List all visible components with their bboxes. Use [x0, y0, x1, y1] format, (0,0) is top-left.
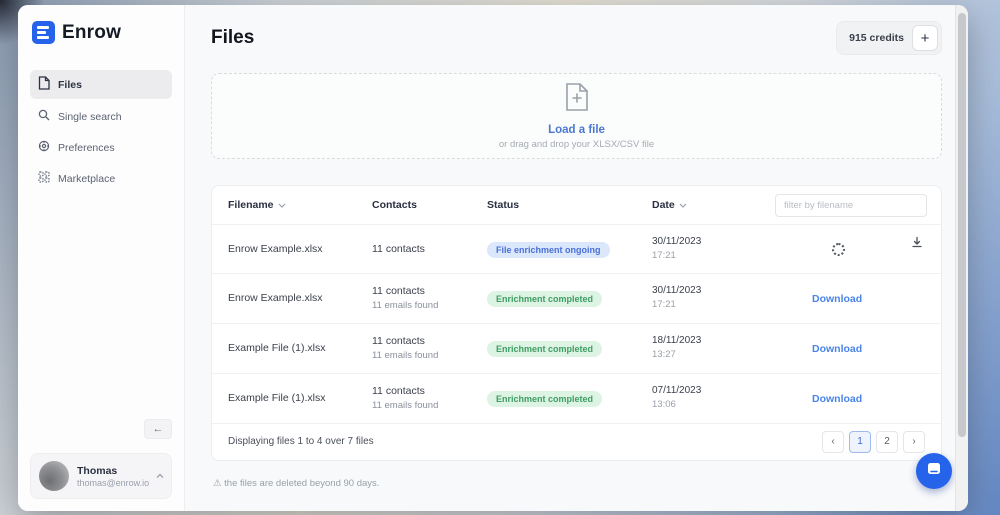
- pagination-summary: Displaying files 1 to 4 over 7 files: [228, 436, 374, 448]
- retention-note: ⚠ the files are deleted beyond 90 days.: [213, 477, 380, 489]
- page-button-1[interactable]: 1: [849, 430, 871, 453]
- download-arrow-icon[interactable]: [911, 235, 923, 253]
- time: 13:06: [652, 399, 676, 411]
- page-button-2[interactable]: 2: [876, 430, 898, 453]
- status-badge: Enrichment completed: [487, 341, 603, 358]
- emails-found: 11 emails found: [372, 400, 439, 412]
- sidebar-item-label: Marketplace: [58, 172, 116, 185]
- time: 13:27: [652, 349, 676, 361]
- file-name: Example File (1).xlsx: [228, 392, 326, 405]
- emails-found: 11 emails found: [372, 300, 439, 312]
- add-credits-button[interactable]: +: [912, 25, 938, 51]
- column-label: Date: [652, 199, 675, 211]
- dropzone-hint: or drag and drop your XLSX/CSV file: [498, 139, 655, 150]
- prev-page-button[interactable]: ‹: [822, 430, 844, 453]
- main-content: Files 915 credits + Load a file or drag …: [185, 5, 968, 511]
- emails-found: 11 emails found: [372, 350, 439, 362]
- file-dropzone[interactable]: Load a file or drag and drop your XLSX/C…: [211, 73, 942, 159]
- status-cell: File enrichment ongoing: [487, 240, 652, 258]
- marketplace-icon: [38, 171, 50, 186]
- table-row: Example File (1).xlsx 11 contacts 11 email…: [212, 322, 941, 373]
- enrow-logo-icon: [32, 21, 55, 44]
- brand: Enrow: [30, 21, 172, 44]
- sidebar-nav: Files Single search Preferences Marketplace: [30, 70, 172, 192]
- status-cell: Enrichment completed: [487, 339, 652, 358]
- pagination: ‹ 1 2 ›: [822, 430, 925, 453]
- action-cell: Download: [812, 339, 925, 357]
- app-window: Enrow Files Single search Preferences Marke…: [18, 5, 968, 511]
- spinner-icon: [832, 242, 845, 256]
- table-footer: Displaying files 1 to 4 over 7 files ‹ 1 2…: [212, 422, 941, 460]
- files-table: Filename Contacts Status Date Enrow Example…: [211, 185, 942, 461]
- table-header: Filename Contacts Status Date: [212, 186, 941, 224]
- user-name: Thomas: [77, 464, 118, 477]
- status-cell: Enrichment completed: [487, 289, 652, 308]
- file-name: Example File (1).xlsx: [228, 342, 326, 355]
- column-label: Contacts: [372, 199, 417, 211]
- sidebar-item-label: Preferences: [58, 141, 115, 154]
- time: 17:21: [652, 250, 676, 261]
- column-label: Filename: [228, 199, 274, 211]
- contacts-cell: 11 contacts 11 emails found: [372, 334, 439, 362]
- contacts-cell: 11 contacts 11 emails found: [372, 384, 439, 412]
- column-header-status: Status: [487, 199, 652, 211]
- table-row: Example File (1).xlsx 11 contacts 11 email…: [212, 372, 941, 423]
- download-link[interactable]: Download: [812, 343, 862, 355]
- date-cell: 30/11/2023 17:21: [652, 236, 702, 261]
- credits-group: 915 credits +: [836, 21, 942, 55]
- sidebar-item-marketplace[interactable]: Marketplace: [30, 165, 172, 192]
- column-header-contacts: Contacts: [372, 199, 487, 211]
- status-badge: Enrichment completed: [487, 391, 603, 408]
- date-cell: 30/11/2023 17:21: [652, 285, 702, 311]
- filter-by-filename-input[interactable]: [775, 194, 927, 217]
- credits-balance: 915 credits: [849, 32, 904, 44]
- load-file-link[interactable]: Load a file: [548, 124, 605, 136]
- chevron-up-icon: [156, 466, 164, 484]
- contacts-cell: 11 contacts 11 emails found: [372, 285, 439, 312]
- avatar: [39, 461, 69, 491]
- column-label: Status: [487, 199, 520, 211]
- user-card[interactable]: Thomas thomas@enrow.io: [30, 453, 172, 499]
- download-link[interactable]: Download: [812, 393, 862, 405]
- sidebar-collapse-button[interactable]: ←: [144, 419, 172, 439]
- file-plus-icon: [564, 82, 590, 117]
- search-icon: [38, 109, 50, 124]
- user-email: thomas@enrow.io: [77, 477, 150, 488]
- preferences-icon: [38, 140, 50, 155]
- status-cell: Enrichment completed: [487, 389, 652, 408]
- sidebar-item-preferences[interactable]: Preferences: [30, 134, 172, 161]
- action-cell: Download: [812, 289, 925, 307]
- chat-widget-button[interactable]: [916, 453, 952, 489]
- action-cell: Download: [812, 389, 925, 407]
- date-cell: 18/11/2023 13:27: [652, 335, 702, 361]
- file-icon: [38, 76, 50, 93]
- time: 17:21: [652, 299, 676, 311]
- next-page-button[interactable]: ›: [903, 430, 925, 453]
- status-badge: File enrichment ongoing: [487, 242, 610, 258]
- table-row: Enrow Example.xlsx 11 contacts 11 emails f…: [212, 273, 941, 323]
- contacts-cell: 11 contacts: [372, 242, 425, 255]
- scrollbar-thumb[interactable]: [957, 13, 966, 437]
- brand-name: Enrow: [62, 21, 122, 43]
- status-badge: Enrichment completed: [487, 291, 603, 308]
- sidebar-item-label: Single search: [58, 110, 122, 123]
- date-cell: 07/11/2023 13:06: [652, 385, 702, 411]
- sort-chevron-icon: [278, 201, 286, 210]
- table-row: Enrow Example.xlsx 11 contacts File enrich…: [212, 224, 941, 273]
- sidebar-item-single-search[interactable]: Single search: [30, 103, 172, 130]
- page-title: Files: [211, 27, 255, 48]
- sidebar-item-files[interactable]: Files: [30, 70, 172, 99]
- file-name: Enrow Example.xlsx: [228, 243, 323, 255]
- main-header: Files 915 credits +: [211, 21, 942, 55]
- sidebar-item-label: Files: [58, 78, 82, 91]
- action-cell: [812, 242, 925, 256]
- chat-bubble-icon: [926, 461, 942, 482]
- column-header-filename[interactable]: Filename: [228, 199, 372, 211]
- download-link[interactable]: Download: [812, 293, 862, 305]
- scrollbar-track: [955, 5, 968, 511]
- file-name: Enrow Example.xlsx: [228, 292, 323, 305]
- sort-chevron-icon: [679, 201, 687, 210]
- sidebar: Enrow Files Single search Preferences Marke…: [18, 5, 185, 511]
